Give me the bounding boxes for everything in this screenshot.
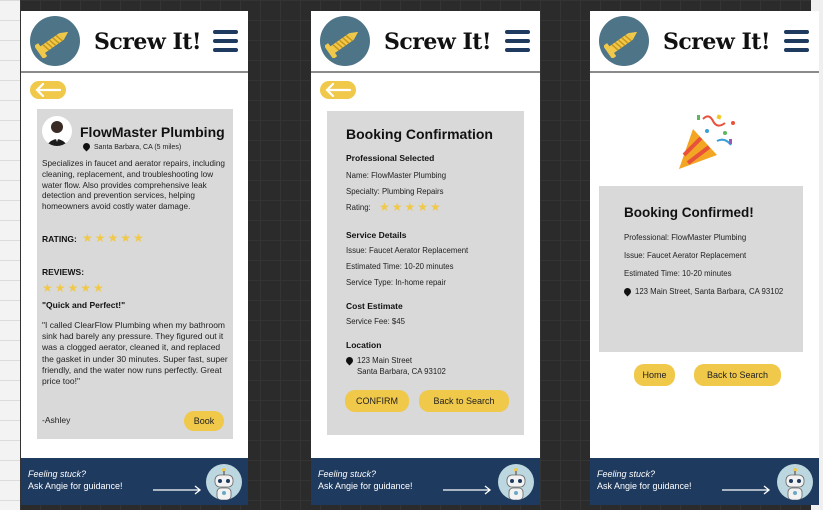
arrow-right-icon [722, 485, 771, 495]
app-header: Screw It! [590, 11, 819, 73]
screw-icon[interactable] [599, 16, 649, 66]
issue-line: Issue: Faucet Aerator Replacement [346, 246, 469, 255]
address-line2: Santa Barbara, CA 93102 [357, 367, 446, 376]
assistant-footer[interactable]: Feeling stuck? Ask Angie for guidance! [311, 458, 540, 505]
hamburger-menu-icon[interactable] [213, 30, 238, 52]
address-line1: 123 Main Street [344, 355, 412, 366]
arrow-right-icon [443, 485, 492, 495]
booking-summary-card: Booking Confirmation Professional Select… [327, 111, 524, 435]
footer-prompt: Ask Angie for guidance! [318, 481, 413, 491]
arrow-right-icon [153, 485, 202, 495]
booking-confirmed-card: Booking Confirmed! Professional: FlowMas… [599, 186, 803, 352]
professional-heading: Professional Selected [346, 153, 435, 163]
fee-line: Service Fee: $45 [346, 317, 405, 326]
address-line: 123 Main Street, Santa Barbara, CA 93102 [622, 286, 783, 297]
avatar [42, 116, 72, 146]
arrow-left-icon [35, 83, 62, 97]
rating-stars: ★★★★★ [379, 200, 443, 214]
professional-line: Professional: FlowMaster Plumbing [624, 233, 747, 242]
hamburger-menu-icon[interactable] [505, 30, 530, 52]
rating-stars: ★★★★★ [82, 231, 146, 245]
footer-prompt: Ask Angie for guidance! [597, 481, 692, 491]
back-button[interactable] [30, 81, 66, 99]
time-line: Estimated Time: 10-20 minutes [346, 262, 454, 271]
hamburger-menu-icon[interactable] [784, 30, 809, 52]
screw-icon[interactable] [320, 16, 370, 66]
app-header: Screw It! [21, 11, 248, 73]
booking-title: Booking Confirmation [346, 126, 493, 142]
cost-heading: Cost Estimate [346, 301, 403, 311]
book-button[interactable]: Book [184, 411, 224, 431]
review-stars: ★★★★★ [42, 281, 106, 295]
assistant-footer[interactable]: Feeling stuck? Ask Angie for guidance! [590, 458, 819, 505]
booking-confirmation-screen: Screw It! Booking Confirmation Professio… [311, 11, 540, 505]
footer-question: Feeling stuck? [318, 469, 377, 479]
profile-screen: Screw It! FlowMaster Plumbing Santa Barb… [21, 11, 248, 505]
professional-name: FlowMaster Plumbing [80, 124, 225, 140]
review-title: "Quick and Perfect!" [42, 300, 126, 310]
arrow-left-icon [325, 83, 352, 97]
back-to-search-button[interactable]: Back to Search [419, 390, 509, 412]
reviews-label: REVIEWS: [42, 267, 85, 277]
screw-icon[interactable] [30, 16, 80, 66]
location-pin-icon [344, 355, 355, 366]
location-pin-icon [81, 141, 92, 152]
canvas-left-panel [0, 0, 20, 510]
app-title: Screw It! [384, 29, 492, 55]
home-button[interactable]: Home [634, 364, 675, 386]
back-button[interactable] [320, 81, 356, 99]
service-heading: Service Details [346, 230, 407, 240]
app-title: Screw It! [663, 29, 771, 55]
specialty-line: Specialty: Plumbing Repairs [346, 187, 444, 196]
robot-icon[interactable] [777, 464, 813, 500]
footer-prompt: Ask Angie for guidance! [28, 481, 123, 491]
footer-question: Feeling stuck? [28, 469, 87, 479]
professional-name-line: Name: FlowMaster Plumbing [346, 171, 447, 180]
time-line: Estimated Time: 10-20 minutes [624, 269, 732, 278]
party-popper-icon [679, 114, 735, 169]
footer-question: Feeling stuck? [597, 469, 656, 479]
professional-profile-card: FlowMaster Plumbing Santa Barbara, CA (5… [37, 109, 233, 439]
rating-label: Rating: [346, 203, 371, 212]
back-to-search-button[interactable]: Back to Search [694, 364, 781, 386]
review-author: -Ashley [42, 415, 71, 425]
booking-confirmed-screen: Screw It! Booking Confirmed! Professiona… [590, 11, 819, 505]
professional-location: Santa Barbara, CA (5 miles) [81, 141, 181, 152]
professional-description: Specializes in faucet and aerator repair… [42, 159, 225, 212]
app-title: Screw It! [94, 29, 202, 55]
assistant-footer[interactable]: Feeling stuck? Ask Angie for guidance! [21, 458, 248, 505]
robot-icon[interactable] [498, 464, 534, 500]
issue-line: Issue: Faucet Aerator Replacement [624, 251, 747, 260]
confirmed-title: Booking Confirmed! [624, 205, 754, 220]
service-type-line: Service Type: In-home repair [346, 278, 446, 287]
rating-label: RATING: [42, 234, 77, 244]
review-text: "I called ClearFlow Plumbing when my bat… [42, 320, 228, 387]
app-header: Screw It! [311, 11, 540, 73]
location-heading: Location [346, 340, 382, 350]
location-pin-icon [622, 286, 633, 297]
robot-icon[interactable] [206, 464, 242, 500]
confirm-button[interactable]: CONFIRM [345, 390, 409, 412]
